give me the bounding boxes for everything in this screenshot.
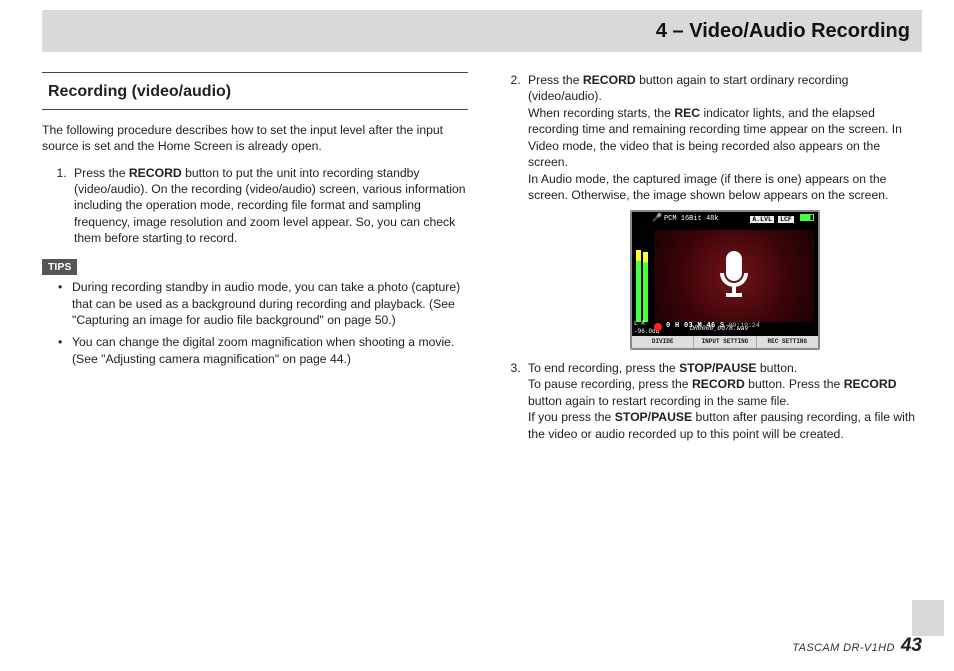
- section-heading: Recording (video/audio): [42, 81, 468, 103]
- record-indicator-icon: [654, 323, 662, 331]
- s3j: STOP/PAUSE: [615, 410, 692, 424]
- device-format: PCM 16Bit 48k: [664, 215, 719, 224]
- s3c: button.: [757, 361, 798, 375]
- manual-page: { "chapter": "4 – Video/Audio Recording"…: [0, 0, 954, 671]
- softkey-rec-setting: REC SETTING: [757, 336, 818, 348]
- step1-bold: RECORD: [129, 166, 182, 180]
- chapter-title: 4 – Video/Audio Recording: [656, 20, 910, 43]
- s3i: If you press the: [528, 410, 615, 424]
- s3a: To end recording, press the: [528, 361, 679, 375]
- device-screenshot-wrap: 🎤 PCM 16Bit 48k A.LVL LCF: [528, 210, 922, 350]
- section-rule-bottom: [42, 109, 468, 110]
- tips-list: During recording standby in audio mode, …: [42, 279, 468, 367]
- section-rule-top: [42, 72, 468, 73]
- lcf-badge: LCF: [778, 216, 794, 223]
- s3e: RECORD: [692, 377, 745, 391]
- left-column: Recording (video/audio) The following pr…: [42, 72, 468, 450]
- intro-paragraph: The following procedure describes how to…: [42, 122, 468, 155]
- s3b: STOP/PAUSE: [679, 361, 756, 375]
- s3d: To pause recording, press the: [528, 377, 692, 391]
- s2b: RECORD: [583, 73, 636, 87]
- s2g: In Audio mode, the captured image (if th…: [528, 172, 888, 202]
- battery-icon: [800, 214, 814, 221]
- s2a: Press the: [528, 73, 583, 87]
- s2e: REC: [674, 106, 700, 120]
- step1-text-a: Press the: [74, 166, 129, 180]
- steps-list-left: Press the RECORD button to put the unit …: [42, 165, 468, 247]
- step-1: Press the RECORD button to put the unit …: [70, 165, 468, 247]
- s3g: RECORD: [844, 377, 897, 391]
- tip-1: During recording standby in audio mode, …: [62, 279, 468, 328]
- s3h: button again to restart recording in the…: [528, 394, 790, 408]
- microphone-icon: 🎤: [652, 214, 662, 225]
- device-top-bar: 🎤 PCM 16Bit 48k A.LVL LCF: [652, 214, 814, 226]
- tips-label: TIPS: [42, 259, 77, 275]
- s3f: button. Press the: [745, 377, 844, 391]
- meter-r: [643, 252, 648, 322]
- device-softkey-row: DIVIDE INPUT SETTING REC SETTING: [632, 336, 818, 348]
- device-photo-area: [654, 230, 814, 322]
- device-screenshot: 🎤 PCM 16Bit 48k A.LVL LCF: [630, 210, 820, 350]
- steps-list-right: Press the RECORD button again to start o…: [496, 72, 922, 442]
- chapter-header-band: 4 – Video/Audio Recording: [42, 10, 922, 52]
- right-column: Press the RECORD button again to start o…: [496, 72, 922, 450]
- footer-model: TASCAM DR-V1HD: [792, 642, 895, 654]
- step-3: To end recording, press the STOP/PAUSE b…: [524, 360, 922, 442]
- softkey-input-setting: INPUT SETTING: [694, 336, 756, 348]
- s2d: When recording starts, the: [528, 106, 674, 120]
- footer-page-number: 43: [901, 635, 922, 657]
- large-microphone-icon: [711, 247, 757, 305]
- step-2: Press the RECORD button again to start o…: [524, 72, 922, 350]
- device-badges: A.LVL LCF: [750, 214, 814, 225]
- device-filename: DR0000_0078.wav: [690, 325, 749, 334]
- meter-l: [636, 250, 641, 322]
- content-columns: Recording (video/audio) The following pr…: [42, 72, 922, 450]
- page-edge-band: [912, 600, 944, 636]
- softkey-divide: DIVIDE: [632, 336, 694, 348]
- tip-2: You can change the digital zoom magnific…: [62, 334, 468, 367]
- level-meters: [636, 232, 650, 322]
- device-format-group: 🎤 PCM 16Bit 48k: [652, 214, 719, 225]
- page-footer: TASCAM DR-V1HD 43: [42, 635, 922, 657]
- alvl-badge: A.LVL: [750, 216, 774, 223]
